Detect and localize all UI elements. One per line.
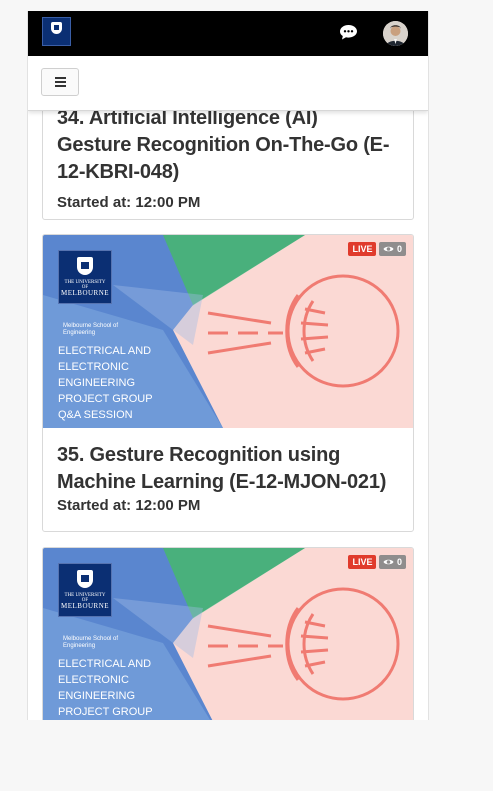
session-start-time: Started at: 12:00 PM: [57, 194, 201, 211]
session-title[interactable]: 35. Gesture Recognition using Machine Le…: [57, 442, 397, 496]
thumbnail-heading: ELECTRICAL AND ELECTRONIC ENGINEERING PR…: [58, 345, 153, 421]
session-thumbnail[interactable]: THE UNIVERSITY OF MELBOURNE Melbourne Sc…: [43, 235, 413, 428]
university-logo[interactable]: [42, 17, 71, 46]
session-title[interactable]: 34. Artificial Intelligence (AI) Gesture…: [57, 105, 397, 186]
user-avatar[interactable]: [383, 21, 408, 46]
viewer-count-badge: 0: [379, 242, 406, 256]
chat-bubble-icon[interactable]: [339, 24, 358, 41]
app-frame: 34. Artificial Intelligence (AI) Gesture…: [27, 11, 429, 720]
menu-toggle-button[interactable]: [41, 68, 79, 96]
school-name: Melbourne School of Engineering: [63, 636, 119, 649]
viewer-count: 0: [396, 244, 402, 254]
top-navbar: [28, 11, 428, 56]
school-name: Melbourne School of Engineering: [63, 323, 119, 336]
live-badge: LIVE: [348, 242, 377, 256]
thumbnail-heading: ELECTRICAL AND ELECTRONIC ENGINEERING PR…: [58, 658, 153, 718]
toolbar: [28, 56, 428, 111]
status-badges: LIVE 0: [348, 555, 406, 569]
viewer-count-badge: 0: [379, 555, 406, 569]
avatar-photo: [383, 21, 408, 46]
live-badge: LIVE: [348, 555, 377, 569]
session-thumbnail[interactable]: THE UNIVERSITY OF MELBOURNE Melbourne Sc…: [43, 548, 413, 720]
eye-icon: [383, 559, 394, 565]
session-start-time: Started at: 12:00 PM: [57, 497, 201, 514]
eye-icon: [383, 246, 394, 252]
session-card[interactable]: THE UNIVERSITY OF MELBOURNE Melbourne Sc…: [42, 547, 414, 720]
viewer-count: 0: [396, 557, 402, 567]
university-logo: THE UNIVERSITY OF MELBOURNE: [58, 563, 112, 617]
session-card[interactable]: THE UNIVERSITY OF MELBOURNE Melbourne Sc…: [42, 234, 414, 532]
status-badges: LIVE 0: [348, 242, 406, 256]
hamburger-icon: [55, 77, 66, 79]
university-logo: THE UNIVERSITY OF MELBOURNE: [58, 250, 112, 304]
